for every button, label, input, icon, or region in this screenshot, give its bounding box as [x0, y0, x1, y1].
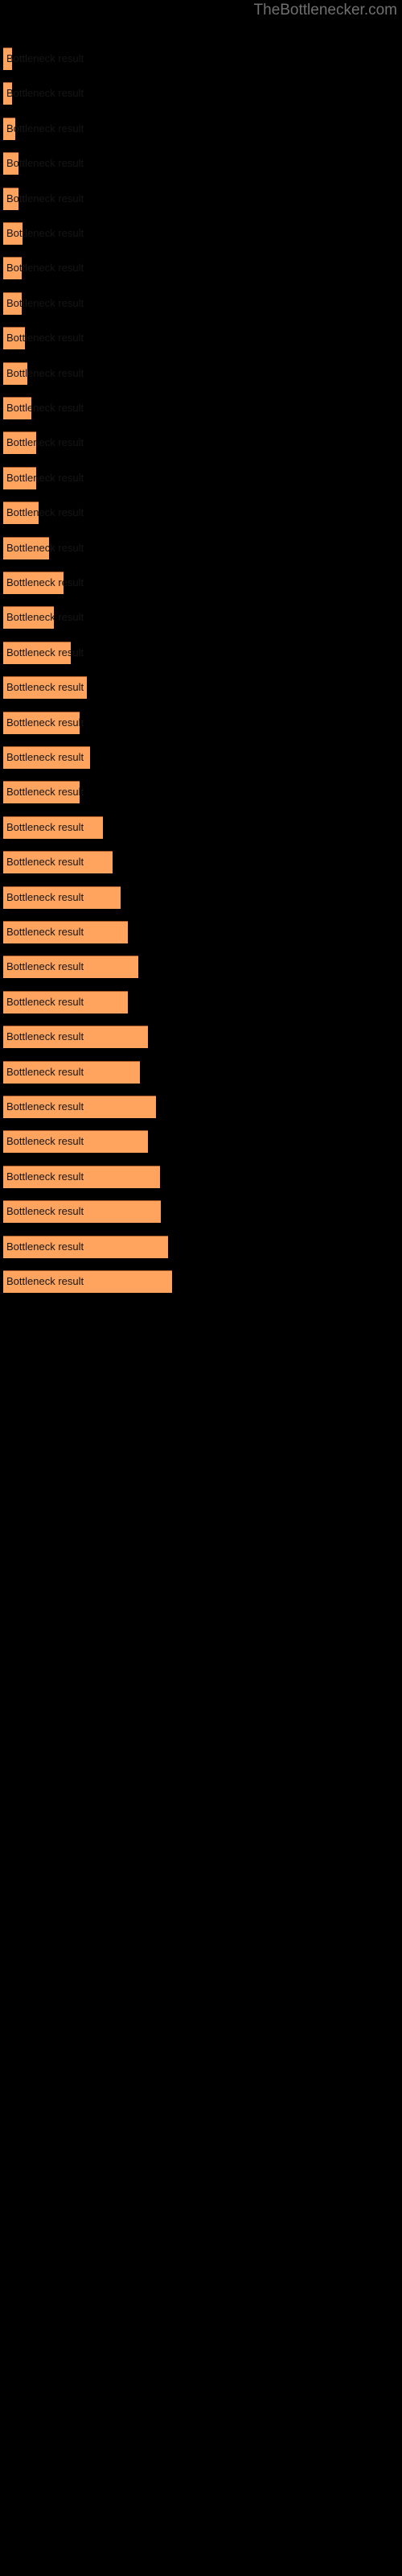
plot-area: Bottleneck result Bottleneck result Bottle… [0, 0, 402, 2576]
bar [3, 1270, 172, 1293]
bar [3, 990, 128, 1013]
bar-label: Bottleneck result [6, 122, 84, 134]
bar [3, 431, 36, 455]
bar [3, 397, 31, 419]
bar [3, 222, 23, 245]
bar [3, 1165, 160, 1188]
bar [3, 641, 71, 664]
bar [3, 921, 128, 943]
bar [3, 1235, 168, 1258]
bar-label: Bottleneck result [6, 87, 84, 100]
bar [3, 1200, 161, 1224]
bar [3, 466, 36, 489]
bar [3, 47, 12, 70]
bar [3, 1096, 156, 1118]
bar [3, 711, 80, 734]
bar [3, 956, 138, 979]
bar [3, 327, 25, 350]
bar [3, 886, 121, 909]
bar-chart: TheBottlenecker.com Bottleneck result Bot… [0, 0, 402, 2576]
bar [3, 257, 22, 280]
bar [3, 502, 39, 525]
bar [3, 291, 22, 315]
bar [3, 361, 27, 385]
bar [3, 781, 80, 804]
bar [3, 1060, 140, 1084]
bar [3, 746, 90, 769]
bar [3, 851, 113, 874]
bar [3, 1026, 148, 1049]
bar [3, 82, 12, 105]
bar [3, 676, 87, 700]
bar [3, 815, 103, 839]
bar [3, 1130, 148, 1154]
bar-label: Bottleneck result [6, 52, 84, 64]
bar [3, 187, 18, 210]
bar [3, 536, 49, 559]
bar [3, 606, 54, 630]
bar [3, 117, 15, 140]
bar [3, 152, 18, 175]
bar [3, 572, 64, 594]
